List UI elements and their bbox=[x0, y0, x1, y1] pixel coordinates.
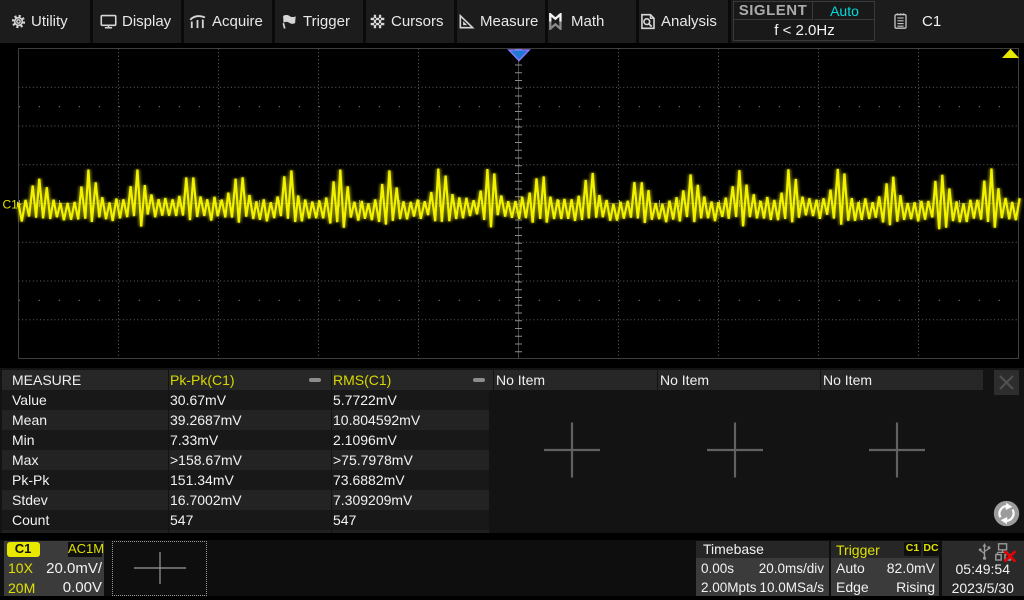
svg-text:C1: C1 bbox=[3, 198, 19, 212]
